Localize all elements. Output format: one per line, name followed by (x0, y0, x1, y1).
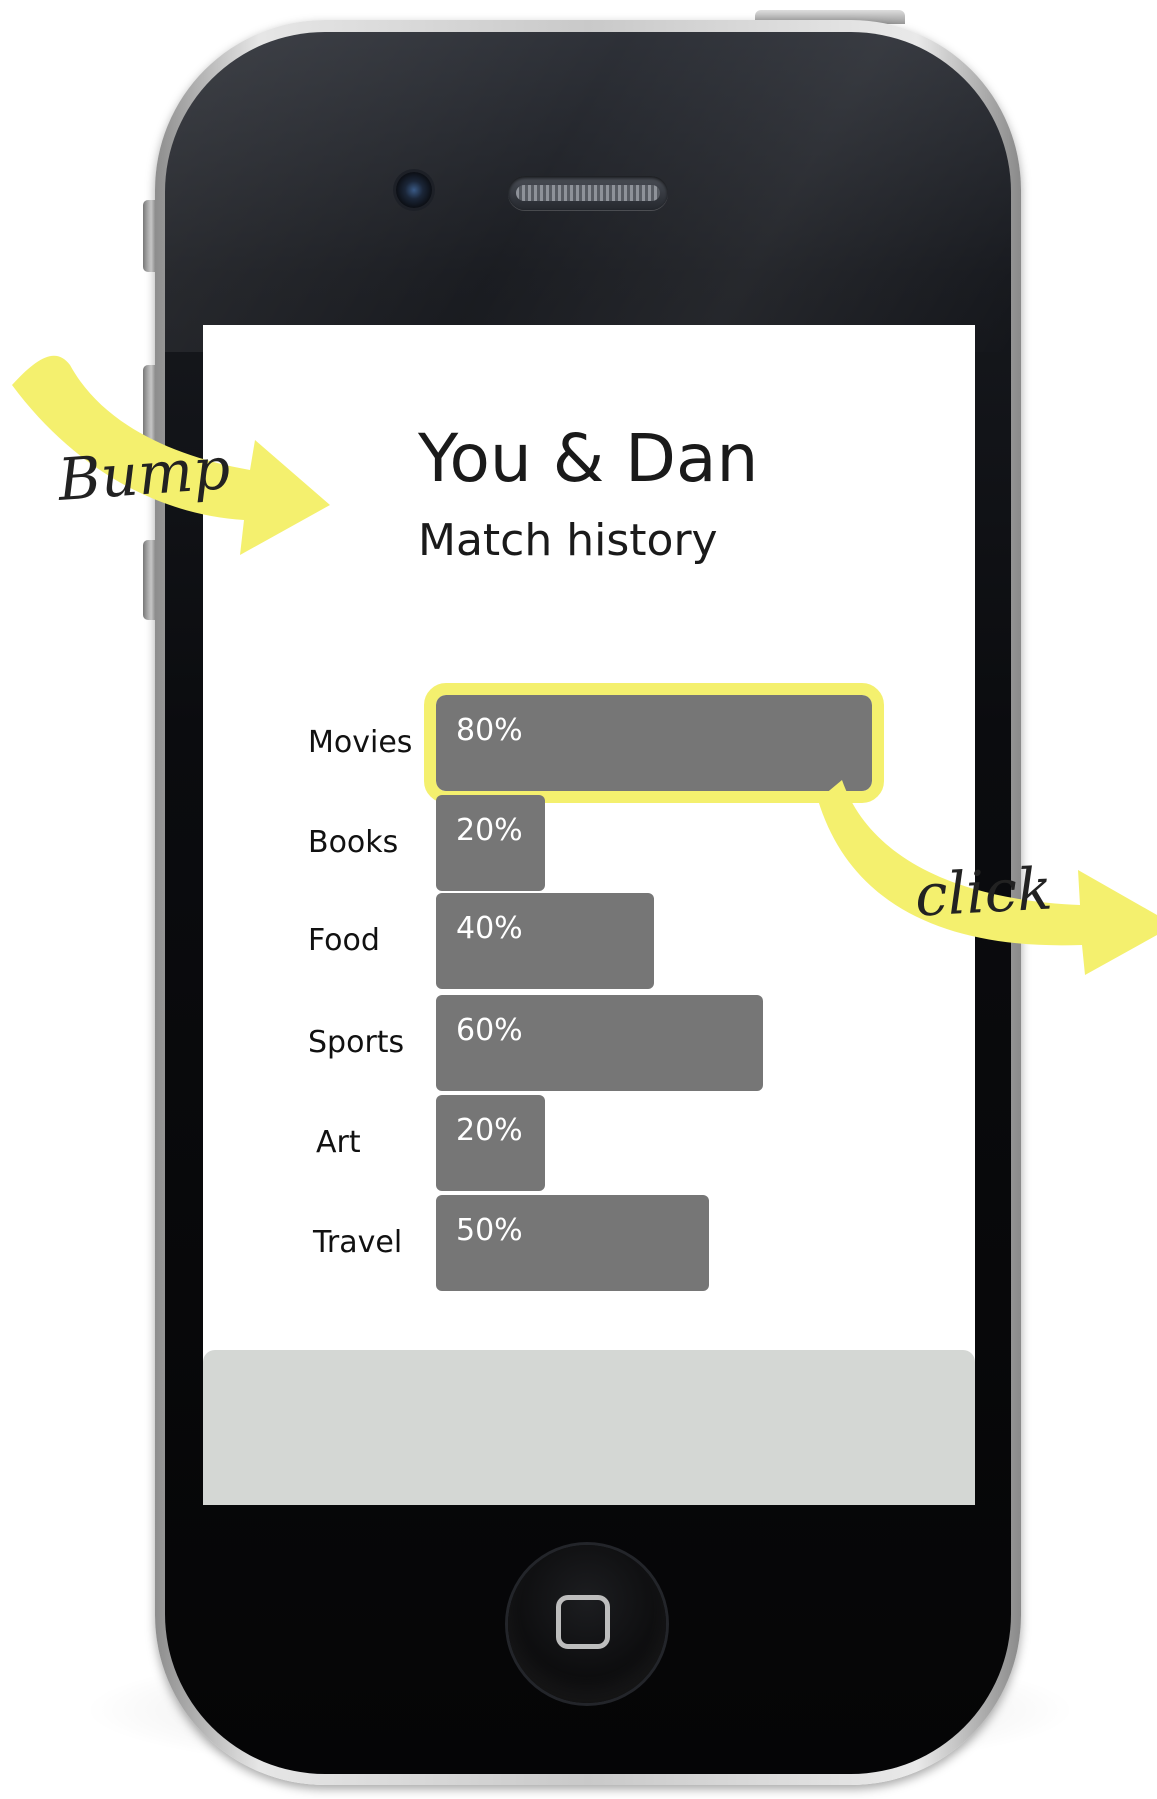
home-button-icon (556, 1595, 610, 1649)
category-label: Movies (308, 725, 413, 760)
match-bar-travel[interactable]: 50% (436, 1195, 709, 1291)
match-bar-books[interactable]: 20% (436, 795, 545, 891)
category-label: Food (308, 923, 380, 958)
category-row-sports: Sports 60% (203, 995, 975, 1091)
match-bar-art[interactable]: 20% (436, 1095, 545, 1191)
category-label: Sports (308, 1025, 405, 1060)
match-bar-movies[interactable]: 80% (424, 683, 884, 803)
category-row-travel: Travel 50% (203, 1195, 975, 1291)
category-row-movies: Movies 80% (203, 683, 975, 803)
category-row-food: Food 40% (203, 893, 975, 989)
bump-annotation: Bump (55, 434, 233, 514)
page-title: You & Dan (418, 420, 759, 497)
category-label: Travel (313, 1225, 403, 1260)
front-camera-icon (396, 172, 432, 208)
category-row-art: Art 20% (203, 1095, 975, 1191)
earpiece-speaker-icon (508, 176, 668, 210)
page-subtitle: Match history (418, 515, 718, 566)
category-label: Art (316, 1125, 361, 1160)
category-row-books: Books 20% (203, 795, 975, 891)
match-bar-food[interactable]: 40% (436, 893, 654, 989)
click-annotation: click (913, 854, 1054, 930)
category-label: Books (308, 825, 399, 860)
bottom-panel (203, 1350, 975, 1505)
match-bar-sports[interactable]: 60% (436, 995, 763, 1091)
app-screen: You & Dan Match history Movies 80% Books… (203, 325, 975, 1505)
